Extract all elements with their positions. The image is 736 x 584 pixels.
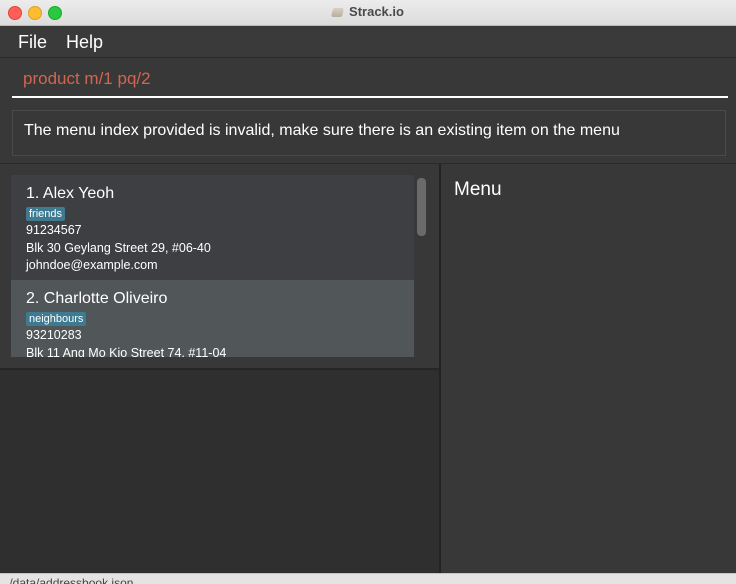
result-display-area: The menu index provided is invalid, make… [0,106,736,164]
contact-tag: friends [26,207,66,221]
app-logo-icon [331,8,344,17]
contact-phone: 93210283 [26,328,82,342]
contact-email: johndoe@example.com [26,258,158,272]
menu-file[interactable]: File [18,32,47,53]
contact-list-area: 1. Alex Yeoh friends 91234567 Blk 30 Gey… [0,164,439,370]
contact-card-selected[interactable]: 2. Charlotte Oliveiro neighbours 9321028… [11,280,414,357]
menu-panel-heading: Menu [454,179,502,200]
menu-help[interactable]: Help [66,32,103,53]
menu-bar: File Help [0,26,736,58]
contact-address: Blk 11 Ang Mo Kio Street 74, #11-04 [26,345,227,358]
contact-list-scrollbar[interactable] [414,175,428,357]
command-input[interactable] [12,62,728,98]
contact-card[interactable]: 1. Alex Yeoh friends 91234567 Blk 30 Gey… [11,175,414,280]
contact-list[interactable]: 1. Alex Yeoh friends 91234567 Blk 30 Gey… [11,175,414,357]
contact-name: 1. Alex Yeoh [26,185,115,202]
window-title-wrap: Strack.io [0,4,736,19]
result-message: The menu index provided is invalid, make… [24,122,620,139]
scrollbar-thumb[interactable] [417,178,426,236]
window-title-bar: Strack.io [0,0,736,26]
contact-phone: 91234567 [26,223,82,237]
status-bar: ./data/addressbook.json [0,573,736,584]
contact-name: 2. Charlotte Oliveiro [26,290,168,307]
menu-panel: Menu [441,164,736,573]
command-box [0,58,736,106]
result-display: The menu index provided is invalid, make… [12,110,726,156]
contact-list-panel: 1. Alex Yeoh friends 91234567 Blk 30 Gey… [0,164,439,573]
window-title: Strack.io [349,4,404,19]
contact-tag: neighbours [26,312,87,326]
contact-address: Blk 30 Geylang Street 29, #06-40 [26,240,211,255]
